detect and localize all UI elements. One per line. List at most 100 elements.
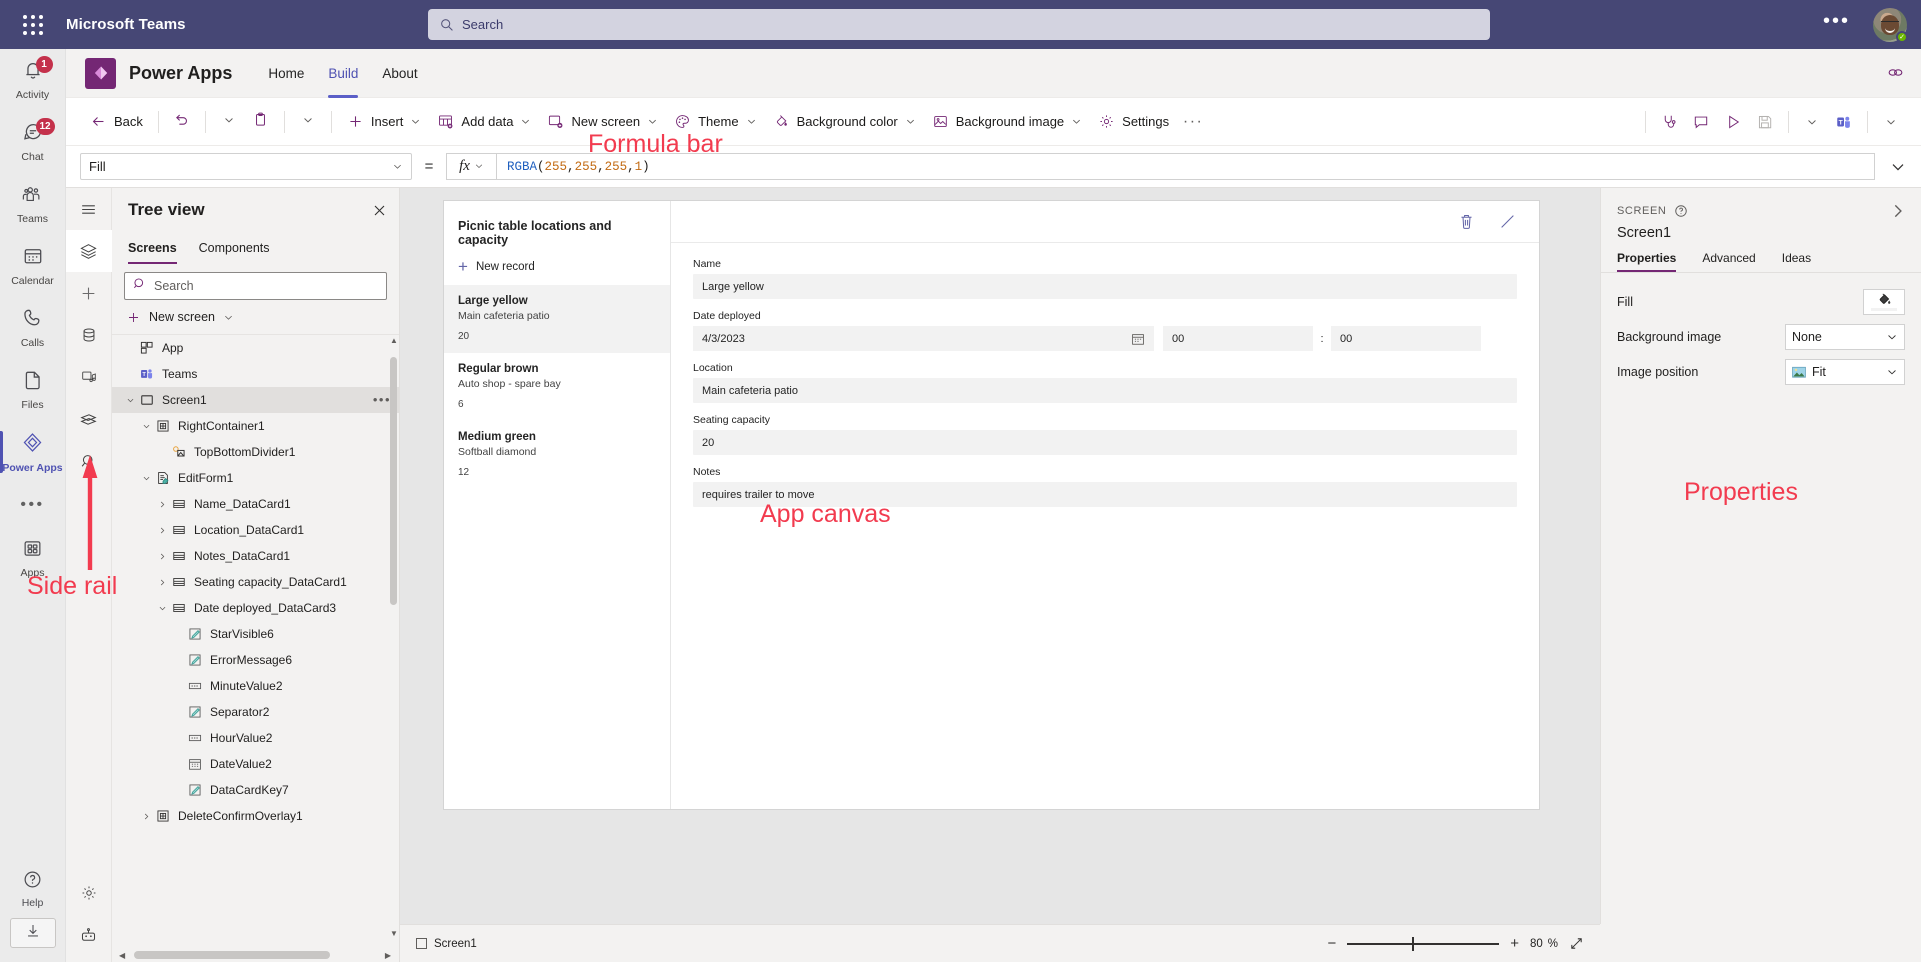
sidebar-item-chat[interactable]: Chat 12 [0, 111, 66, 173]
tree-node-errormessage6[interactable]: ErrorMessage6 [112, 647, 399, 673]
background-color-button[interactable]: Background color [765, 106, 924, 138]
settings-button[interactable]: Settings [1090, 106, 1177, 138]
tree-node-app[interactable]: App [112, 335, 399, 361]
field-value[interactable]: requires trailer to move [693, 482, 1517, 507]
tree-node-hourvalue2[interactable]: HourValue2 [112, 725, 399, 751]
chevron-down-icon[interactable] [122, 396, 138, 405]
undo-button[interactable] [166, 106, 198, 138]
scroll-down-arrow[interactable]: ▼ [390, 928, 398, 940]
sidebar-item-calls[interactable]: Calls [0, 297, 66, 359]
chevron-right-icon[interactable] [154, 526, 170, 535]
download-desktop-app-button[interactable] [9, 918, 56, 948]
chevron-down-icon[interactable] [138, 422, 154, 431]
publish-dropdown-button[interactable] [1875, 106, 1907, 138]
data-cylinder-icon[interactable] [66, 314, 112, 356]
chevron-down-icon[interactable] [154, 604, 170, 613]
tree-node-context-menu-button[interactable]: ••• [373, 393, 391, 406]
fit-screen-icon[interactable] [1569, 936, 1584, 951]
tree-view-layers-icon[interactable] [65, 230, 112, 272]
gallery-item[interactable]: Large yellow Main cafeteria patio 20 [444, 285, 670, 353]
chevron-right-icon[interactable] [154, 552, 170, 561]
date-input[interactable]: 4/3/2023 [693, 326, 1154, 351]
sidebar-item-calendar[interactable]: Calendar [0, 235, 66, 297]
tree-node-editform1[interactable]: EditForm1 [112, 465, 399, 491]
tab-properties[interactable]: Properties [1617, 251, 1677, 272]
tree-node-starvisible6[interactable]: StarVisible6 [112, 621, 399, 647]
tree-node-datevalue2[interactable]: DateValue2 [112, 751, 399, 777]
tab-components[interactable]: Components [199, 232, 270, 264]
sidebar-item-help[interactable]: Help [0, 860, 66, 918]
theme-button[interactable]: Theme [666, 106, 764, 138]
delete-icon[interactable] [1457, 212, 1476, 231]
hour-input[interactable]: 00 [1163, 326, 1313, 351]
formula-expand-button[interactable] [1875, 159, 1921, 175]
formula-input[interactable]: RGBA(255, 255, 255, 1) [496, 153, 1875, 180]
chevron-right-icon[interactable] [154, 578, 170, 587]
hamburger-menu-icon[interactable] [66, 188, 112, 230]
tree-node-topbottomdivider1[interactable]: TopBottomDivider1 [112, 439, 399, 465]
canvas-area[interactable]: Picnic table locations and capacity + Ne… [400, 188, 1600, 924]
settings-gear-icon[interactable] [66, 872, 112, 914]
save-dropdown-button[interactable] [1796, 106, 1828, 138]
tab-ideas[interactable]: Ideas [1782, 251, 1811, 272]
property-selector[interactable]: Fill [80, 153, 412, 180]
paste-button[interactable] [245, 106, 277, 138]
app-canvas[interactable]: Picnic table locations and capacity + Ne… [444, 201, 1539, 809]
tree-node-teams[interactable]: T Teams [112, 361, 399, 387]
edit-form[interactable]: Name Large yellow Date deployed 4/3/2023 [671, 201, 1539, 809]
new-screen-button[interactable]: New screen [112, 300, 399, 334]
sidebar-item-activity[interactable]: Activity 1 [0, 49, 66, 111]
header-link-button[interactable] [1886, 63, 1905, 87]
question-circle-icon[interactable] [1674, 204, 1688, 218]
scroll-right-arrow[interactable]: ▶ [385, 951, 391, 960]
chevron-right-icon[interactable] [138, 812, 154, 821]
image-position-dropdown[interactable]: Fit [1785, 359, 1905, 385]
command-bar-overflow-button[interactable]: ··· [1177, 106, 1209, 138]
app-launcher-waffle-icon[interactable] [0, 14, 66, 35]
tab-advanced[interactable]: Advanced [1702, 251, 1755, 272]
chevron-right-icon[interactable] [1889, 202, 1907, 220]
calendar-icon[interactable] [1131, 332, 1145, 346]
status-screen-indicator[interactable]: Screen1 [416, 938, 477, 950]
new-record-button[interactable]: + New record [444, 247, 670, 285]
background-image-button[interactable]: Background image [924, 106, 1090, 138]
tree-node-name-datacard1[interactable]: Name_DataCard1 [112, 491, 399, 517]
chevron-down-icon[interactable] [138, 474, 154, 483]
scroll-left-arrow[interactable]: ◀ [119, 951, 125, 960]
tab-screens[interactable]: Screens [128, 232, 177, 264]
field-value[interactable]: Large yellow [693, 274, 1517, 299]
nav-item-home[interactable]: Home [256, 49, 316, 98]
tree-node-location-datacard1[interactable]: Location_DataCard1 [112, 517, 399, 543]
tree-node-rightcontainer1[interactable]: RightContainer1 [112, 413, 399, 439]
sidebar-item-power-apps[interactable]: Power Apps [0, 421, 66, 483]
media-icon[interactable] [66, 356, 112, 398]
fill-color-button[interactable] [1863, 289, 1905, 315]
tree-node-list[interactable]: App T Teams Screen1 ••• RightContainer1 … [112, 334, 399, 962]
teams-publish-icon[interactable]: T [1828, 106, 1860, 138]
scrollbar-thumb[interactable] [390, 357, 397, 605]
save-icon[interactable] [1749, 106, 1781, 138]
chevron-right-icon[interactable] [154, 500, 170, 509]
tree-node-seating-capacity-datacard1[interactable]: Seating capacity_DataCard1 [112, 569, 399, 595]
add-data-button[interactable]: Add data [429, 106, 539, 138]
tree-node-notes-datacard1[interactable]: Notes_DataCard1 [112, 543, 399, 569]
tree-node-minutevalue2[interactable]: MinuteValue2 [112, 673, 399, 699]
new-screen-button[interactable]: New screen [539, 106, 666, 138]
paste-dropdown-button[interactable] [292, 106, 324, 138]
gallery-item[interactable]: Regular brown Auto shop - spare bay 6 [444, 353, 670, 421]
close-icon[interactable] [372, 203, 387, 218]
scroll-up-arrow[interactable]: ▲ [390, 335, 398, 347]
preview-play-icon[interactable] [1717, 106, 1749, 138]
tree-node-separator2[interactable]: Separator2 [112, 699, 399, 725]
nav-item-about[interactable]: About [370, 49, 429, 98]
insert-button[interactable]: Insert [339, 106, 430, 138]
tree-node-datacardkey7[interactable]: DataCardKey7 [112, 777, 399, 803]
tree-node-screen1[interactable]: Screen1 ••• [112, 387, 399, 413]
field-value[interactable]: 20 [693, 430, 1517, 455]
zoom-out-button[interactable]: − [1327, 936, 1336, 951]
tree-node-deleteconfirmoverlay1[interactable]: DeleteConfirmOverlay1 [112, 803, 399, 829]
back-button[interactable]: Back [82, 106, 151, 138]
zoom-in-button[interactable]: + [1510, 936, 1519, 951]
undo-dropdown-button[interactable] [213, 106, 245, 138]
zoom-slider[interactable] [1347, 936, 1500, 951]
